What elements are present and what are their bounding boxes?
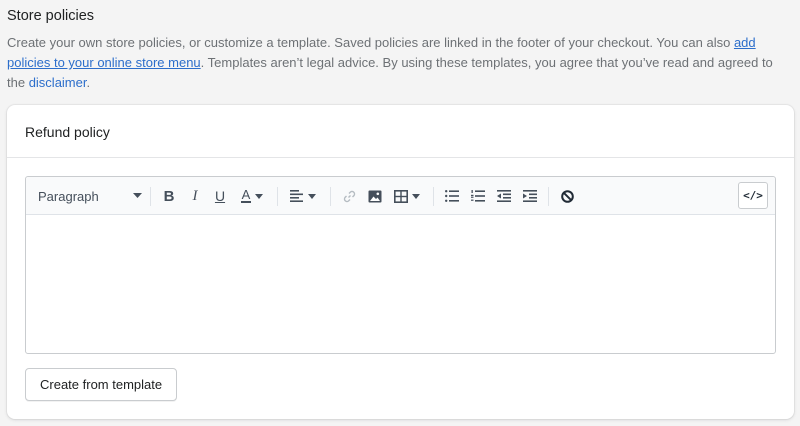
dropdown-caret-icon [412,193,420,199]
image-icon [368,190,382,202]
numbered-list-icon [471,190,485,202]
toolbar-separator [433,187,434,206]
text-color-icon: A [240,187,252,203]
editor-content-area[interactable] [26,215,775,353]
outdent-icon [497,190,511,202]
text-color-button[interactable]: A [234,177,270,215]
dropdown-caret-icon [255,193,264,199]
rich-text-editor: Paragraph B I U A </> [25,176,776,354]
format-select-value: Paragraph [38,188,99,204]
indent-button[interactable] [520,177,540,215]
outdent-button[interactable] [494,177,514,215]
section-title: Store policies [7,8,95,24]
insert-image-button[interactable] [365,177,385,215]
clear-formatting-icon [560,189,574,203]
clear-formatting-button[interactable] [557,177,577,215]
indent-icon [523,190,537,202]
code-view-button[interactable]: </> [738,182,768,209]
italic-icon: I [192,187,198,204]
table-icon [394,189,408,203]
editor-toolbar: Paragraph B I U A </> [26,177,775,215]
dropdown-caret-icon [133,193,142,198]
create-from-template-button[interactable]: Create from template [25,368,178,401]
description-text: . [86,75,91,90]
bold-icon: B [163,187,175,205]
toolbar-separator [150,187,151,206]
link-icon [343,190,355,202]
align-left-icon [290,190,303,202]
section-description: Create your own store policies, or custo… [7,33,787,93]
card-divider [7,157,794,158]
bulleted-list-icon [445,190,459,202]
dropdown-caret-icon [308,193,316,199]
italic-button[interactable]: I [185,177,205,215]
numbered-list-button[interactable] [468,177,488,215]
refund-policy-card: Refund policy Paragraph B I U A </> Crea… [7,105,794,419]
toolbar-separator [330,187,331,206]
insert-link-button[interactable] [339,177,359,215]
insert-table-button[interactable] [391,177,423,215]
toolbar-separator [277,187,278,206]
toolbar-separator [548,187,549,206]
disclaimer-link[interactable]: disclaimer [29,75,87,90]
bold-button[interactable]: B [159,177,179,215]
bulleted-list-button[interactable] [442,177,462,215]
format-select[interactable]: Paragraph [38,177,142,215]
underline-button[interactable]: U [210,177,230,215]
underline-icon: U [214,188,226,204]
card-title: Refund policy [25,124,110,140]
description-text: Create your own store policies, or custo… [7,35,734,50]
align-button[interactable] [285,177,321,215]
